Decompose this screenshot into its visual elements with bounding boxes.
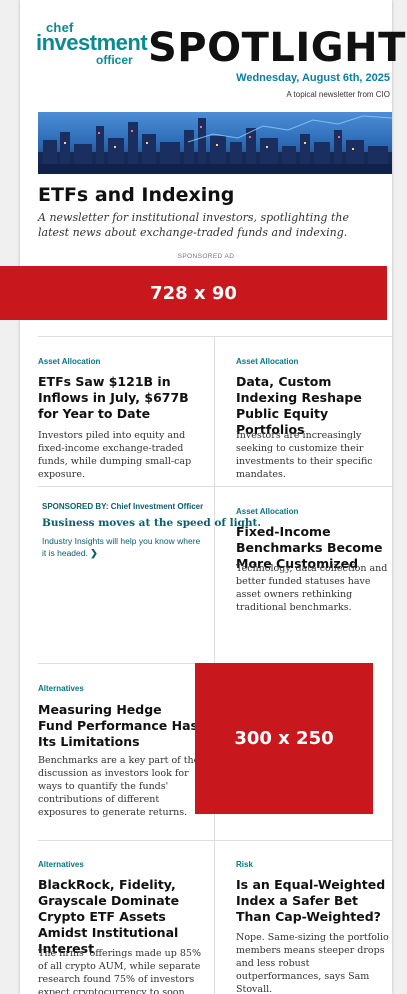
divider — [38, 486, 392, 487]
divider — [38, 336, 392, 337]
article-headline[interactable]: BlackRock, Fidelity, Grayscale Dominate … — [38, 877, 206, 957]
article-category[interactable]: Asset Allocation — [38, 357, 100, 366]
city-skyline-banner[interactable] — [38, 112, 392, 174]
leaderboard-ad[interactable]: 728 x 90 — [0, 266, 387, 320]
sponsor-body[interactable]: Industry Insights will help you know whe… — [42, 535, 202, 559]
article-headline[interactable]: Measuring Hedge Fund Performance Has Its… — [38, 702, 198, 750]
sponsor-headline[interactable]: Business moves at the speed of light. — [42, 517, 261, 529]
sponsor-label: SPONSORED BY: Chief Investment Officer — [42, 502, 204, 511]
newsletter-tagline: A topical newsletter from CIO — [286, 90, 390, 99]
section-title: ETFs and Indexing — [38, 184, 235, 206]
skyline-illustration — [38, 115, 392, 174]
article-category[interactable]: Alternatives — [38, 860, 84, 869]
sponsor-body-text: Industry Insights will help you know whe… — [42, 536, 201, 558]
divider — [38, 840, 392, 841]
issue-date: Wednesday, August 6th, 2025 — [236, 72, 390, 84]
article-summary: Benchmarks are a key part of the discuss… — [38, 755, 200, 818]
article-category[interactable]: Asset Allocation — [236, 507, 298, 516]
chevron-right-icon: ❯ — [90, 548, 98, 558]
article-summary: Nope. Same-sizing the portfolio members … — [236, 932, 389, 994]
divider — [38, 663, 214, 664]
article-headline[interactable]: Is an Equal-Weighted Index a Safer Bet T… — [236, 877, 386, 925]
sponsored-ad-label: SPONSORED AD — [177, 253, 235, 260]
email-viewport: chef investment officer SPOTLIGHT Wednes… — [0, 0, 407, 994]
article-summary: Investors piled into equity and fixed-in… — [38, 430, 192, 480]
article-category[interactable]: Risk — [236, 860, 253, 869]
article-category[interactable]: Asset Allocation — [236, 357, 298, 366]
article-summary: Investors are increasingly seeking to cu… — [236, 430, 373, 480]
article-summary: Technology, data collection and better f… — [236, 563, 388, 613]
newsletter-sheet: chef investment officer SPOTLIGHT Wednes… — [20, 0, 405, 994]
article-category[interactable]: Alternatives — [38, 684, 84, 693]
newsletter-title: SPOTLIGHT — [148, 25, 406, 71]
article-headline[interactable]: ETFs Saw $121B in Inflows in July, $677B… — [38, 374, 203, 422]
rectangle-ad[interactable]: 300 x 250 — [195, 663, 373, 814]
logo-text-officer: officer — [96, 53, 133, 67]
article-summary: The firms' offerings made up 85% of all … — [38, 948, 201, 994]
section-description: A newsletter for institutional investors… — [38, 211, 349, 239]
